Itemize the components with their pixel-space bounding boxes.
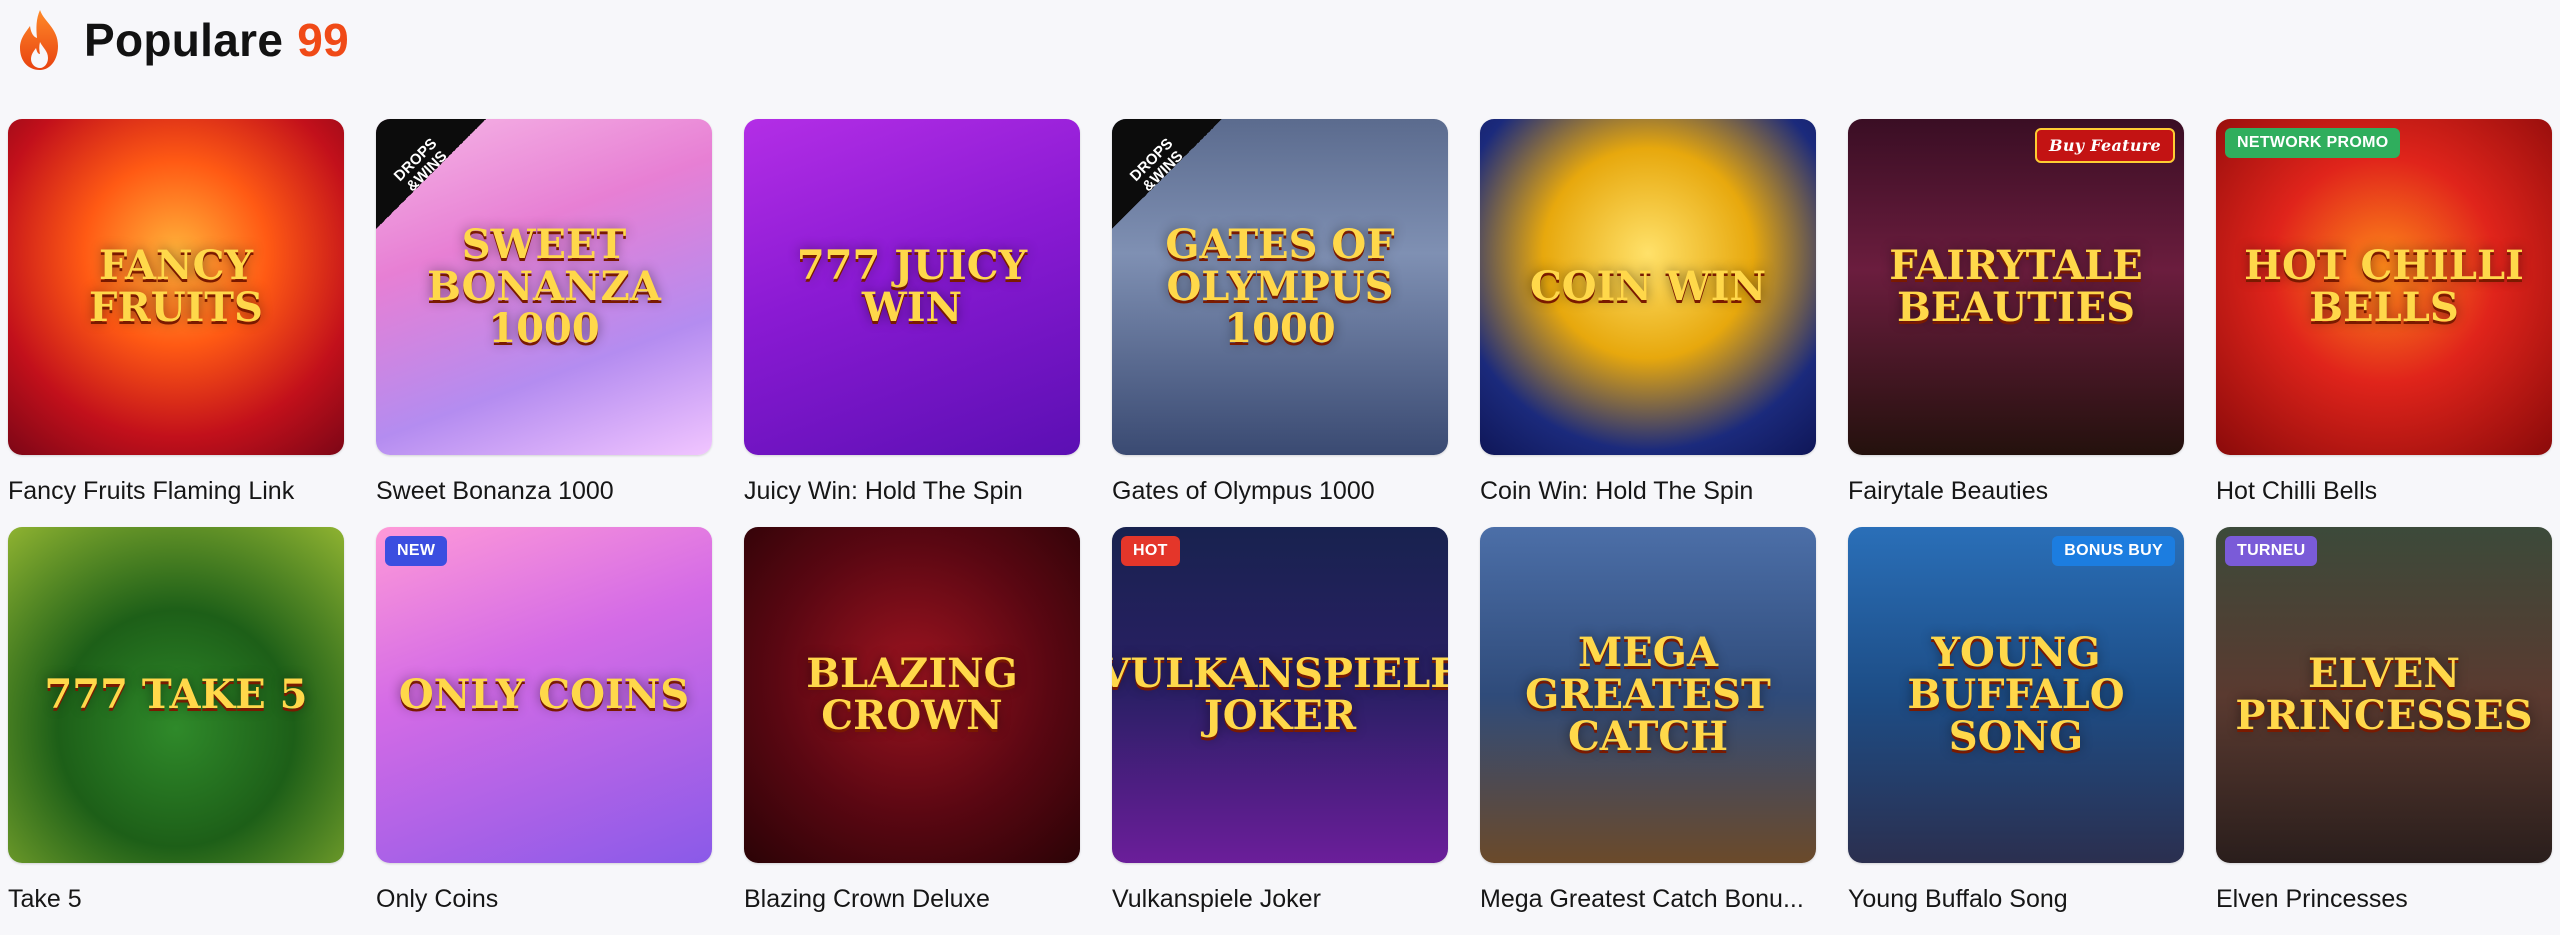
game-thumbnail[interactable]: Gates of Olympus 1000 DROPS &WINS: [1112, 119, 1448, 455]
section-title-text: Populare: [84, 14, 284, 66]
game-tile[interactable]: Sweet Bonanza 1000 DROPS &WINS Sweet Bonan…: [376, 119, 712, 527]
game-title[interactable]: Take 5: [8, 863, 344, 935]
game-tile[interactable]: Mega Greatest Catch Mega Greatest Catch B…: [1480, 527, 1816, 935]
drops-wins-badge: DROPS &WINS: [376, 119, 486, 229]
game-logo-art: Mega Greatest Catch: [1525, 629, 1771, 760]
game-logo-art: Elven Princesses: [2235, 650, 2533, 739]
game-thumbnail[interactable]: Coin Win: [1480, 119, 1816, 455]
game-title[interactable]: Coin Win: Hold The Spin: [1480, 455, 1816, 527]
game-thumbnail[interactable]: Elven Princesses TURNEU: [2216, 527, 2552, 863]
game-thumbnail[interactable]: Hot Chilli Bells NETWORK PROMO: [2216, 119, 2552, 455]
game-title[interactable]: Juicy Win: Hold The Spin: [744, 455, 1080, 527]
drops-wins-label: DROPS &WINS: [390, 135, 451, 195]
game-tile[interactable]: Blazing Crown Blazing Crown Deluxe: [744, 527, 1080, 935]
game-tile[interactable]: Gates of Olympus 1000 DROPS &WINS Gates of…: [1112, 119, 1448, 527]
game-title[interactable]: Elven Princesses: [2216, 863, 2552, 935]
game-thumbnail[interactable]: Fairytale Beauties Buy Feature: [1848, 119, 2184, 455]
game-logo-art: Only Coins: [398, 671, 690, 718]
game-title[interactable]: Vulkanspiele Joker: [1112, 863, 1448, 935]
game-tile[interactable]: Elven Princesses TURNEU Elven Princesses: [2216, 527, 2552, 935]
game-logo-art: Hot Chilli Bells: [2244, 242, 2524, 331]
game-logo-art: 777 Take 5: [44, 671, 308, 718]
game-thumbnail[interactable]: Vulkanspiele Joker HOT: [1112, 527, 1448, 863]
game-title[interactable]: Fancy Fruits Flaming Link: [8, 455, 344, 527]
game-count: 99: [297, 14, 350, 66]
game-title[interactable]: Sweet Bonanza 1000: [376, 455, 712, 527]
game-title[interactable]: Young Buffalo Song: [1848, 863, 2184, 935]
game-logo-art: 777 Juicy Win: [796, 242, 1028, 331]
game-title[interactable]: Mega Greatest Catch Bonu...: [1480, 863, 1816, 935]
game-logo-art: Young Buffalo Song: [1907, 629, 2125, 760]
game-tile[interactable]: Hot Chilli Bells NETWORK PROMO Hot Chilli …: [2216, 119, 2552, 527]
game-thumbnail[interactable]: 777 Juicy Win: [744, 119, 1080, 455]
game-badge: NETWORK PROMO: [2225, 128, 2401, 158]
game-thumbnail[interactable]: 777 Take 5: [8, 527, 344, 863]
game-title[interactable]: Hot Chilli Bells: [2216, 455, 2552, 527]
game-logo-art: Gates of Olympus 1000: [1165, 221, 1395, 352]
drops-wins-label: DROPS &WINS: [1126, 135, 1187, 195]
game-logo-art: Fairytale Beauties: [1889, 242, 2143, 331]
game-thumbnail[interactable]: Blazing Crown: [744, 527, 1080, 863]
game-logo-art: Fancy Fruits: [89, 242, 263, 331]
game-badge: BONUS BUY: [2052, 536, 2175, 566]
game-thumbnail[interactable]: Only Coins NEW: [376, 527, 712, 863]
game-logo-art: Blazing Crown: [806, 650, 1018, 739]
game-logo-art: Sweet Bonanza 1000: [427, 221, 661, 352]
game-thumbnail[interactable]: Young Buffalo Song BONUS BUY: [1848, 527, 2184, 863]
game-title[interactable]: Only Coins: [376, 863, 712, 935]
game-badge: NEW: [385, 536, 448, 566]
game-tile[interactable]: 777 Juicy Win Juicy Win: Hold The Spin: [744, 119, 1080, 527]
game-tile[interactable]: Fancy Fruits Fancy Fruits Flaming Link: [8, 119, 344, 527]
game-tile[interactable]: Vulkanspiele Joker HOT Vulkanspiele Joker: [1112, 527, 1448, 935]
game-title[interactable]: Fairytale Beauties: [1848, 455, 2184, 527]
game-thumbnail[interactable]: Mega Greatest Catch: [1480, 527, 1816, 863]
game-logo-art: Coin Win: [1529, 263, 1767, 310]
game-badge: HOT: [1121, 536, 1180, 566]
game-badge: TURNEU: [2225, 536, 2318, 566]
game-title[interactable]: Blazing Crown Deluxe: [744, 863, 1080, 935]
game-tile[interactable]: Only Coins NEW Only Coins: [376, 527, 712, 935]
game-tile[interactable]: Coin Win Coin Win: Hold The Spin: [1480, 119, 1816, 527]
section-title: Populare 99: [84, 13, 349, 67]
flame-icon: [20, 10, 58, 70]
game-thumbnail[interactable]: Sweet Bonanza 1000 DROPS &WINS: [376, 119, 712, 455]
game-logo-art: Vulkanspiele Joker: [1112, 650, 1448, 739]
section-header: Populare 99: [14, 8, 349, 72]
drops-wins-badge: DROPS &WINS: [1112, 119, 1222, 229]
game-title[interactable]: Gates of Olympus 1000: [1112, 455, 1448, 527]
game-tile[interactable]: Young Buffalo Song BONUS BUY Young Buffalo…: [1848, 527, 2184, 935]
game-badge: Buy Feature: [2035, 128, 2175, 163]
game-tile[interactable]: Fairytale Beauties Buy Feature Fairytale B…: [1848, 119, 2184, 527]
game-grid: Fancy Fruits Fancy Fruits Flaming Link Swe…: [8, 119, 2552, 935]
game-thumbnail[interactable]: Fancy Fruits: [8, 119, 344, 455]
game-tile[interactable]: 777 Take 5 Take 5: [8, 527, 344, 935]
